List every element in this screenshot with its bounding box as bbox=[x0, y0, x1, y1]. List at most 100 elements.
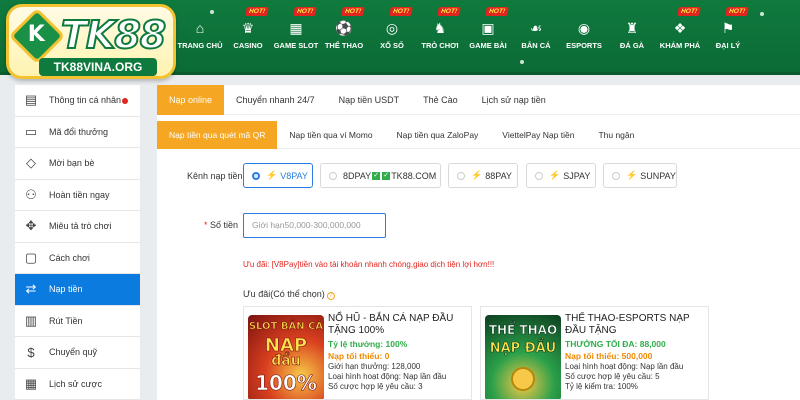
channel-option-sjpay[interactable]: ⚡ SJPAY bbox=[526, 163, 596, 188]
tab-primary[interactable]: Lịch sử nạp tiền bbox=[470, 85, 558, 115]
hot-badge: HOT! bbox=[245, 7, 269, 16]
sidebar-item[interactable]: ▥ Rút Tiền bbox=[15, 306, 140, 337]
nav-item-gamepad[interactable]: ◉ ESPORTS bbox=[560, 0, 608, 75]
radio-icon bbox=[329, 171, 337, 180]
tab-primary[interactable]: Thẻ Cào bbox=[411, 85, 470, 115]
bolt-icon: ⚡ bbox=[471, 170, 483, 180]
sidebar-item[interactable]: ◇ Mời bạn bè bbox=[15, 148, 140, 180]
channel-option-label: TK88.COM bbox=[391, 170, 437, 181]
radio-icon bbox=[457, 171, 465, 180]
logo-text: TK88 bbox=[60, 12, 167, 58]
sidebar-item[interactable]: ▦ Lịch sử cược bbox=[15, 369, 140, 400]
offer-detail: Tỷ lệ kiểm tra: 100% bbox=[565, 382, 638, 391]
nav-item-lottery[interactable]: HOT! ◎ XỔ SỐ bbox=[368, 0, 416, 75]
offer-card-slot[interactable]: SLOT BẮN CÁ NẠP đầu 100% NỔ HŨ - BẮN CÁ … bbox=[243, 306, 472, 400]
tab-secondary[interactable]: Nạp tiền qua ZaloPay bbox=[385, 121, 491, 149]
offer-card-body: THỂ THAO-ESPORTS NẠP ĐẦU TẶNG THƯỞNG TỐI… bbox=[565, 313, 704, 391]
check-icon: ✓ bbox=[372, 171, 381, 180]
sidebar-item[interactable]: ✥ Miêu tả trò chơi bbox=[15, 211, 140, 243]
nav-item-slot[interactable]: HOT! ▦ GAME SLOT bbox=[272, 0, 320, 75]
help-icon[interactable]: ? bbox=[326, 292, 335, 300]
tab-primary[interactable]: Chuyển nhanh 24/7 bbox=[224, 85, 327, 115]
channel-option-v8pay[interactable]: ⚡ V8PAY bbox=[243, 163, 313, 188]
nav-item-label: BẮN CÁ bbox=[521, 41, 551, 50]
account-sidebar: ▤ Thông tin cá nhân ▭ Mã đổi thưởng ◇ Mời bạn… bbox=[15, 85, 140, 400]
tab-secondary[interactable]: Nạp tiền qua ví Momo bbox=[277, 121, 384, 149]
refund-icon: ⚇ bbox=[25, 186, 37, 202]
home-icon: ⌂ bbox=[195, 20, 205, 36]
sidebar-item-label: Nạp tiền bbox=[49, 284, 83, 295]
sidebar-item-label: Hoàn tiền ngay bbox=[49, 189, 110, 200]
site-logo[interactable]: K TK88 TK88VINA.ORG bbox=[6, 4, 176, 79]
nav-item-sports[interactable]: HOT! ⚽ THỂ THAO bbox=[320, 0, 368, 75]
withdraw-icon: ▥ bbox=[24, 312, 38, 328]
offer-minimum: Nạp tối thiểu: 0 bbox=[328, 351, 390, 361]
tab-secondary[interactable]: Nạp tiền qua quét mã QR bbox=[157, 121, 278, 149]
tab-secondary[interactable]: Thu ngân bbox=[586, 121, 646, 149]
promo-text: Ưu đãi: [V8Pay]tiền vào tài khoản nhanh … bbox=[243, 260, 495, 269]
hot-badge: HOT! bbox=[389, 7, 413, 16]
user-card-icon: ▤ bbox=[24, 92, 38, 108]
tab-secondary[interactable]: ViettelPay Nạp tiền bbox=[490, 121, 586, 149]
sidebar-item[interactable]: ▤ Thông tin cá nhân bbox=[15, 85, 140, 117]
sidebar-item[interactable]: ▭ Mã đổi thưởng bbox=[15, 117, 140, 148]
radio-icon bbox=[612, 171, 620, 180]
sidebar-item[interactable]: $ Chuyển quỹ bbox=[15, 337, 140, 369]
offer-detail: Số cược hợp lệ yêu cầu: 5 bbox=[565, 372, 660, 381]
nav-item-agent[interactable]: HOT! ⚑ ĐẠI LÝ bbox=[704, 0, 752, 75]
offers-heading: Ưu đãi(Có thể chọn)? bbox=[243, 289, 335, 300]
logo-domain: TK88VINA.ORG bbox=[39, 58, 157, 76]
sidebar-item-label: Rút Tiền bbox=[49, 315, 83, 326]
nav-item-label: ĐÁ GÀ bbox=[619, 41, 645, 50]
nav-item-home[interactable]: ⌂ TRANG CHỦ bbox=[176, 0, 224, 75]
sidebar-item-label: Mã đổi thưởng bbox=[49, 126, 108, 137]
offer-max-bonus: THƯỞNG TỐI ĐA: 88,000 bbox=[565, 339, 666, 349]
offer-card-body: NỔ HŨ - BẮN CÁ NẠP ĐẦU TẶNG 100% Tỷ lệ t… bbox=[328, 313, 467, 391]
hot-badge: HOT! bbox=[293, 7, 317, 16]
nav-item-label: GAME BÀI bbox=[469, 41, 507, 50]
nav-item-rooster[interactable]: ♜ ĐÁ GÀ bbox=[608, 0, 656, 75]
offers-heading-text: Ưu đãi(Có thể chọn) bbox=[243, 289, 325, 299]
sidebar-item[interactable]: ⚇ Hoàn tiền ngay bbox=[15, 180, 140, 211]
required-mark: * bbox=[204, 220, 208, 230]
diamond-icon: ◇ bbox=[26, 155, 36, 171]
nav-item-label: TRANG CHỦ bbox=[177, 41, 223, 50]
channel-option-sunpay[interactable]: ⚡ SUNPAY bbox=[603, 163, 677, 188]
nav-item-gift[interactable]: HOT! ❖ KHÁM PHÁ bbox=[656, 0, 704, 75]
nav-item-chess[interactable]: HOT! ♞ TRÒ CHƠI bbox=[416, 0, 464, 75]
slot-icon: ▦ bbox=[289, 20, 303, 36]
deposit-icon: ⇄ bbox=[25, 281, 37, 297]
hot-badge: HOT! bbox=[341, 7, 365, 16]
offer-detail: Giới hạn thưởng: 128,000 bbox=[328, 362, 421, 371]
channel-option-88pay[interactable]: ⚡ 88PAY bbox=[448, 163, 518, 188]
amount-input[interactable]: Giới hạn50,000-300,000,000 bbox=[243, 213, 386, 238]
deposit-panel: Nạp online Chuyển nhanh 24/7 Nạp tiền USDT… bbox=[157, 85, 800, 400]
hot-badge: HOT! bbox=[677, 7, 701, 16]
sidebar-item[interactable]: ▢ Cách chơi bbox=[15, 243, 140, 274]
nav-item-casino[interactable]: HOT! ♛ CASINO bbox=[224, 0, 272, 75]
agent-icon: ⚑ bbox=[721, 20, 735, 36]
tab-primary[interactable]: Nạp tiền USDT bbox=[327, 85, 412, 115]
amount-label: * Số tiền bbox=[204, 220, 238, 230]
offer-detail: Loại hình hoạt động: Nạp lần đầu bbox=[565, 362, 684, 371]
lottery-icon: ◎ bbox=[385, 20, 399, 36]
offer-card-sports[interactable]: THỂ THAO NẠP ĐẦU THỂ THAO-ESPORTS NẠP ĐẦ… bbox=[480, 306, 709, 400]
offer-title: NỔ HŨ - BẮN CÁ NẠP ĐẦU TẶNG 100% bbox=[328, 313, 454, 336]
nav-item-cards[interactable]: HOT! ▣ GAME BÀI bbox=[464, 0, 512, 75]
check-icon: ✓ bbox=[382, 171, 391, 180]
tab-primary[interactable]: Nạp online bbox=[157, 85, 225, 115]
channel-label: Kênh nạp tiền bbox=[187, 171, 243, 181]
sidebar-item[interactable]: ⇄ Nạp tiền bbox=[15, 274, 140, 306]
channel-option-8dpay[interactable]: 8DPAY ✓ ✓ TK88.COM bbox=[320, 163, 441, 188]
sports-icon: ⚽ bbox=[335, 20, 353, 36]
dollar-icon: $ bbox=[27, 344, 35, 360]
radio-selected-icon bbox=[252, 171, 260, 180]
gift-icon: ❖ bbox=[673, 20, 687, 36]
bolt-icon: ⚡ bbox=[266, 170, 278, 180]
nav-item-label: XỔ SỐ bbox=[380, 41, 404, 50]
banner-text: THỂ THAO bbox=[488, 323, 558, 338]
nav-item-fish[interactable]: ☙ BẮN CÁ bbox=[512, 0, 560, 75]
casino-icon: ♛ bbox=[241, 20, 255, 36]
gamepad-icon: ✥ bbox=[25, 218, 37, 234]
sidebar-item-label: Cách chơi bbox=[49, 252, 90, 263]
